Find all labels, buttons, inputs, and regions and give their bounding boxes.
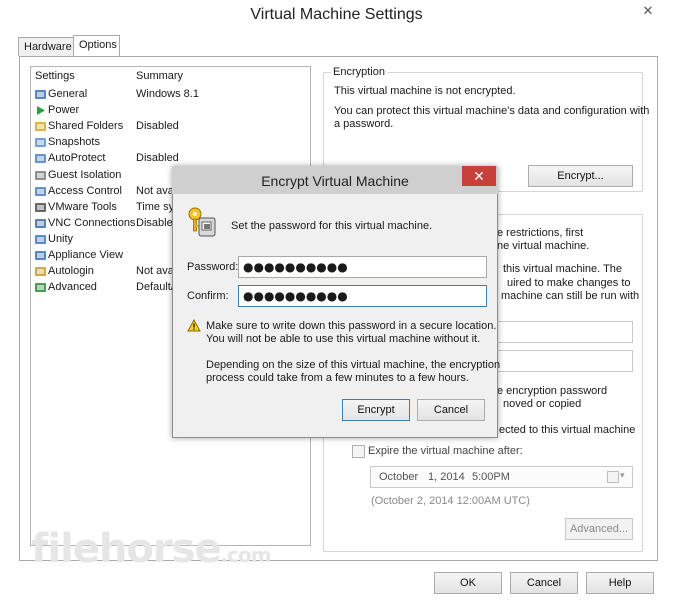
expire-date-day-year: 1, 2014 xyxy=(428,471,465,483)
settings-item-label: Autologin xyxy=(48,265,94,278)
settings-item-label: Guest Isolation xyxy=(48,168,122,181)
advanced-button[interactable]: Advanced... xyxy=(565,518,633,540)
restriction-password-field[interactable] xyxy=(496,321,633,343)
autologin-icon xyxy=(34,265,47,278)
restrictions-text-6: e encryption password xyxy=(497,385,608,397)
settings-item-label: Appliance View xyxy=(48,249,124,261)
shared-folders-icon xyxy=(34,120,47,133)
header-summary: Summary xyxy=(136,70,184,82)
warning-icon xyxy=(187,319,201,332)
info-line-2: process could take from a few minutes to… xyxy=(206,372,469,384)
settings-item-label: AutoProtect xyxy=(48,152,106,165)
encrypt-settings-button[interactable]: Encrypt... xyxy=(528,165,633,187)
settings-item-summary: Disable xyxy=(136,216,173,229)
key-lock-icon xyxy=(188,207,216,237)
dialog-close-icon[interactable]: ✕ xyxy=(462,166,496,186)
encryption-desc-2: a password. xyxy=(334,118,394,130)
autoprotect-icon xyxy=(34,152,47,165)
settings-item-summary: Not ava xyxy=(136,184,174,197)
date-checkbox[interactable] xyxy=(607,471,619,483)
chevron-down-icon[interactable]: ▾ xyxy=(620,470,625,481)
settings-item-summary: Not ava xyxy=(136,265,174,278)
confirm-input[interactable]: ●●●●●●●●●● xyxy=(238,285,487,307)
password-label: Password: xyxy=(187,261,239,273)
help-button[interactable]: Help xyxy=(586,572,654,594)
vnc-icon xyxy=(34,217,47,230)
tab-hardware[interactable]: Hardware xyxy=(18,37,74,56)
settings-item-label: Shared Folders xyxy=(48,120,124,133)
unity-icon xyxy=(34,233,47,246)
snapshots-icon xyxy=(34,136,47,149)
restrictions-text-5: machine can still be run with xyxy=(501,290,640,302)
restrictions-text-2: ne virtual machine. xyxy=(497,240,590,252)
restriction-confirm-field[interactable] xyxy=(496,350,633,372)
dialog-cancel-button[interactable]: Cancel xyxy=(417,399,485,421)
settings-item-summary: Default/ xyxy=(136,281,174,294)
restrictions-text-4: uired to make changes to xyxy=(507,277,631,289)
settings-item-label: Advanced xyxy=(48,281,97,294)
settings-list-item-shared-folders[interactable]: Shared Folders Disabled xyxy=(32,119,308,135)
general-icon xyxy=(34,88,47,101)
dialog-instruction: Set the password for this virtual machin… xyxy=(231,220,433,232)
encryption-desc-1: You can protect this virtual machine's d… xyxy=(334,105,650,117)
expire-checkbox[interactable] xyxy=(352,445,365,458)
info-line-1: Depending on the size of this virtual ma… xyxy=(206,359,501,371)
settings-list-item-power[interactable]: Power xyxy=(32,103,308,119)
expire-label: Expire the virtual machine after: xyxy=(368,445,523,457)
restrictions-text-1: e restrictions, first xyxy=(497,227,584,239)
advanced-icon xyxy=(34,281,47,294)
settings-item-label: General xyxy=(48,88,88,100)
tab-options[interactable]: Options xyxy=(73,35,120,56)
power-icon xyxy=(34,104,47,117)
window-close-icon[interactable]: ✕ xyxy=(631,0,665,22)
expire-utc: (October 2, 2014 12:00AM UTC) xyxy=(371,495,530,507)
expire-date-month: October xyxy=(379,471,419,483)
restrictions-text-7: noved or copied xyxy=(503,398,582,410)
watermark-text: filehorse xyxy=(31,526,222,572)
settings-list-item-general[interactable]: General Windows 8.1 xyxy=(32,87,308,103)
password-input[interactable]: ●●●●●●●●●● xyxy=(238,256,487,278)
cancel-button[interactable]: Cancel xyxy=(510,572,578,594)
vmware-tools-icon xyxy=(34,201,47,214)
watermark-suffix: .com xyxy=(220,543,272,567)
warning-line-2: You will not be able to use this virtual… xyxy=(206,333,481,345)
expire-date-picker[interactable]: October 1, 2014 5:00PM ▾ xyxy=(370,466,633,488)
encryption-status: This virtual machine is not encrypted. xyxy=(334,85,516,97)
settings-item-label: VMware Tools xyxy=(48,200,117,213)
settings-item-summary: Disabled xyxy=(136,152,179,165)
restrictions-text-8: ected to this virtual machine xyxy=(499,424,636,436)
settings-item-label: Access Control xyxy=(48,184,122,197)
restrictions-text-3: this virtual machine. The xyxy=(503,263,623,275)
confirm-label: Confirm: xyxy=(187,290,229,302)
encryption-group-title: Encryption xyxy=(331,66,387,78)
expire-date-time: 5:00PM xyxy=(472,471,510,483)
appliance-view-icon xyxy=(34,249,47,262)
settings-item-label: Power xyxy=(48,104,80,117)
settings-item-summary: Windows 8.1 xyxy=(136,88,199,100)
settings-item-summary: Time sy xyxy=(136,200,175,213)
settings-list-item-autoprotect[interactable]: AutoProtect Disabled xyxy=(32,151,308,167)
settings-list-header: Settings Summary xyxy=(35,70,305,84)
warning-line-1: Make sure to write down this password in… xyxy=(206,320,497,332)
settings-item-summary: Disabled xyxy=(136,120,179,133)
access-control-icon xyxy=(34,185,47,198)
window-title: Virtual Machine Settings xyxy=(0,0,673,30)
settings-item-label: VNC Connections xyxy=(48,216,136,229)
settings-item-label: Unity xyxy=(48,232,74,245)
dialog-title: Encrypt Virtual Machine xyxy=(261,173,409,189)
settings-item-label: Snapshots xyxy=(48,136,100,149)
guest-isolation-icon xyxy=(34,169,47,182)
settings-list-item-snapshots[interactable]: Snapshots xyxy=(32,135,308,151)
filehorse-watermark: filehorse.com xyxy=(31,526,272,572)
ok-button[interactable]: OK xyxy=(434,572,502,594)
header-settings: Settings xyxy=(35,70,75,82)
dialog-encrypt-button[interactable]: Encrypt xyxy=(342,399,410,421)
